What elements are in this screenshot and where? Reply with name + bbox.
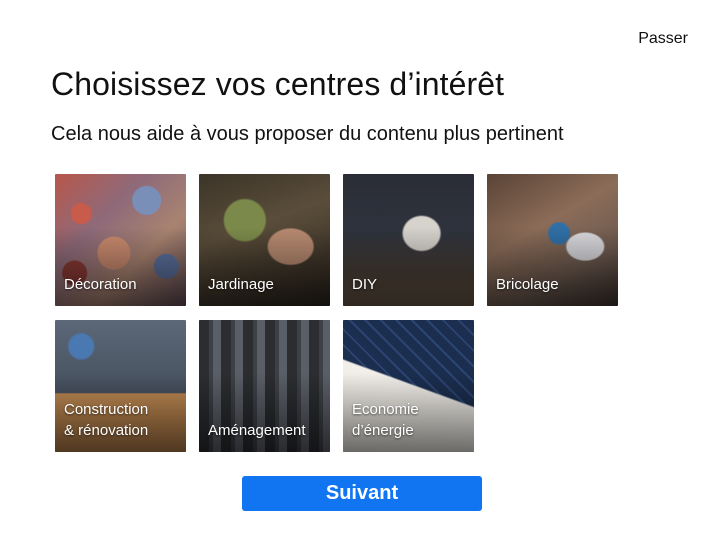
page-subtitle: Cela nous aide à vous proposer du conten… bbox=[51, 123, 564, 145]
interest-tile-amenagement[interactable]: Aménagement bbox=[199, 320, 330, 452]
interest-label: Economie d’énergie bbox=[352, 401, 419, 439]
interests-grid: Décoration Jardinage DIY Bricolage Const… bbox=[55, 174, 625, 452]
next-button[interactable]: Suivant bbox=[242, 476, 482, 511]
interest-tile-economie-energie[interactable]: Economie d’énergie bbox=[343, 320, 474, 452]
skip-button[interactable]: Passer bbox=[638, 30, 688, 48]
interest-tile-jardinage[interactable]: Jardinage bbox=[199, 174, 330, 306]
interest-tile-diy[interactable]: DIY bbox=[343, 174, 474, 306]
interest-label: Jardinage bbox=[208, 276, 274, 293]
interest-label: Bricolage bbox=[496, 276, 559, 293]
interest-label: DIY bbox=[352, 276, 378, 293]
interest-tile-construction[interactable]: Construction & rénovation bbox=[55, 320, 186, 452]
interest-tile-decoration[interactable]: Décoration bbox=[55, 174, 186, 306]
interest-tile-bricolage[interactable]: Bricolage bbox=[487, 174, 618, 306]
interest-label: Aménagement bbox=[208, 422, 306, 439]
interest-label: Décoration bbox=[64, 276, 137, 293]
page-title: Choisissez vos centres d’intérêt bbox=[51, 66, 505, 102]
interest-label: Construction & rénovation bbox=[64, 401, 149, 439]
interests-onboarding-page: Passer Choisissez vos centres d’intérêt … bbox=[0, 0, 724, 544]
